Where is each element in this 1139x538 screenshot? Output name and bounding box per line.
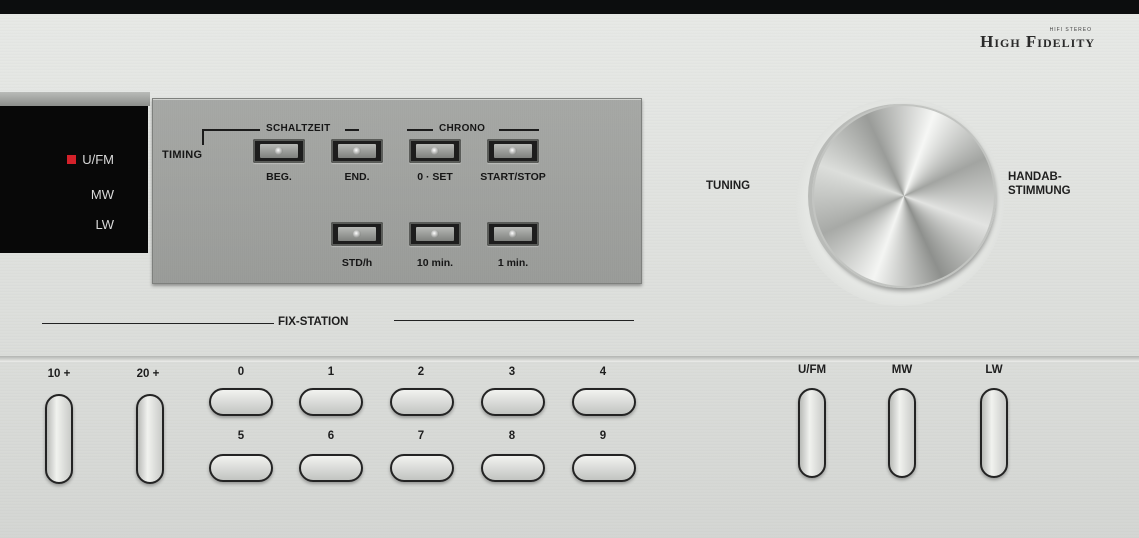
beg-button[interactable] [253,139,305,163]
schaltzeit-rule-right [345,129,359,131]
timing-panel: SCHALTZEIT CHRONO TIMING BEG. END. 0 · S… [152,98,642,284]
band-indicator-lw: LW [95,217,114,232]
tuning-label: TUNING [706,180,751,192]
digit-8-button[interactable] [481,454,545,482]
display-bezel [0,92,150,106]
band-indicator-ufm: U/FM [67,152,114,167]
led-icon [67,155,77,164]
std-h-label: STD/h [341,257,373,269]
chrono-label: CHRONO [439,123,486,134]
band-ufm-label: U/FM [797,364,827,376]
std-h-button[interactable] [331,222,383,246]
chrono-rule-right [499,129,539,131]
manual-tuning-label: HANDAB- STIMMUNG [1008,171,1071,197]
lamp-icon [431,230,439,238]
fix-station-rule-left [42,323,274,324]
schaltzeit-label: SCHALTZEIT [266,123,331,134]
ten-min-button[interactable] [409,222,461,246]
lamp-icon [353,230,361,238]
digit-1-button[interactable] [299,388,363,416]
band-mw-button[interactable] [888,388,916,478]
plus-ten-label: 10 + [47,368,71,380]
digit-0-label: 0 [237,366,245,378]
tuning-knob[interactable] [812,104,996,288]
start-stop-button[interactable] [487,139,539,163]
fix-station-label: FIX-STATION [278,316,349,328]
digit-8-label: 8 [508,430,516,442]
digit-3-label: 3 [508,366,516,378]
button-shelf [0,356,1139,362]
band-lw-button[interactable] [980,388,1008,478]
digit-6-label: 6 [327,430,335,442]
one-min-label: 1 min. [497,257,529,269]
chrono-rule-left [407,129,433,131]
end-button[interactable] [331,139,383,163]
digit-6-button[interactable] [299,454,363,482]
band-mw-label: MW [891,364,913,376]
lamp-icon [431,147,439,155]
start-stop-label: START/STOP [480,171,546,183]
band-ufm-button[interactable] [798,388,826,478]
digit-3-button[interactable] [481,388,545,416]
digit-9-label: 9 [599,430,607,442]
digit-7-label: 7 [417,430,425,442]
beg-label: BEG. [266,171,292,183]
brand-logo: High Fidelity [980,32,1095,51]
schaltzeit-rule-left [202,129,260,131]
end-label: END. [344,171,370,183]
band-display: U/FM MW LW [0,106,148,253]
digit-9-button[interactable] [572,454,636,482]
one-min-button[interactable] [487,222,539,246]
lamp-icon [509,230,517,238]
fix-station-rule-right [394,320,634,321]
lamp-icon [509,147,517,155]
digit-7-button[interactable] [390,454,454,482]
band-indicator-mw: MW [90,187,114,202]
digit-5-button[interactable] [209,454,273,482]
timing-bracket-vertical [202,129,204,145]
digit-4-button[interactable] [572,388,636,416]
digit-0-button[interactable] [209,388,273,416]
ten-min-label: 10 min. [416,257,454,269]
lamp-icon [275,147,283,155]
digit-4-label: 4 [599,366,607,378]
digit-2-label: 2 [417,366,425,378]
digit-5-label: 5 [237,430,245,442]
zero-set-button[interactable] [409,139,461,163]
plus-twenty-label: 20 + [136,368,160,380]
plus-ten-button[interactable] [45,394,73,484]
band-lw-label: LW [985,364,1003,376]
lamp-icon [353,147,361,155]
digit-2-button[interactable] [390,388,454,416]
plus-twenty-button[interactable] [136,394,164,484]
zero-set-label: 0 · SET [417,171,453,183]
digit-1-label: 1 [327,366,335,378]
timing-label: TIMING [162,149,203,161]
